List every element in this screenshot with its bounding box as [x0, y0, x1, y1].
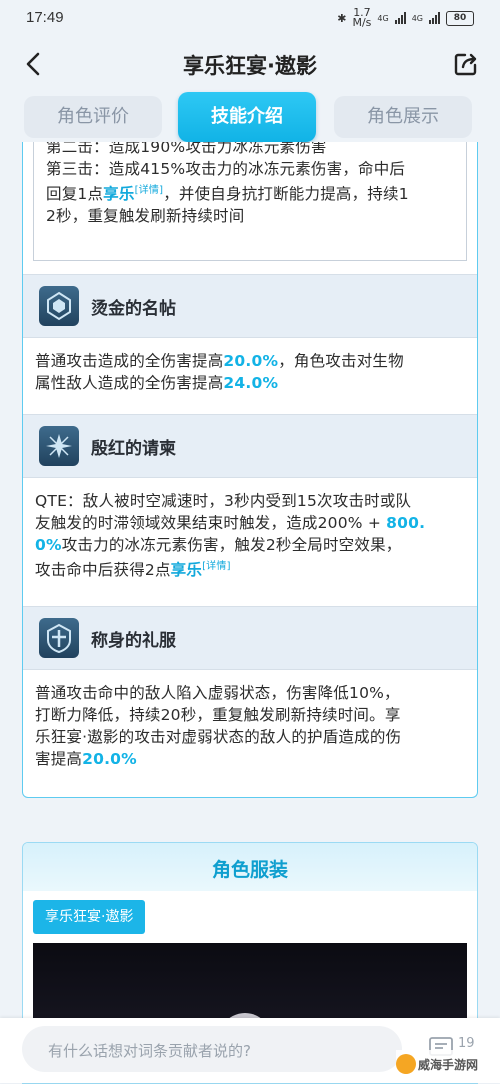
costume-option-button[interactable]: 享乐狂宴·遨影	[33, 900, 146, 934]
skill-header-crimson-invite: 殷红的请柬	[23, 414, 477, 478]
skill-header-fitted-dress: 称身的礼服	[23, 606, 477, 670]
tab-character-showcase[interactable]: 角色展示	[334, 96, 472, 138]
watermark: 威海手游网	[396, 1050, 500, 1080]
link-xiangle[interactable]: 享乐	[103, 185, 134, 203]
page-title: 享乐狂宴·遨影	[183, 54, 317, 78]
tab-bar: 角色评价 技能介绍 角色展示	[24, 92, 476, 149]
signal-label-2: 4G	[411, 13, 423, 23]
detail-link[interactable]: [详情]	[135, 185, 164, 196]
watermark-logo-icon	[396, 1054, 416, 1074]
gold-card-icon	[39, 286, 79, 326]
skill-description-text: 第二击：造成190%攻击力冰冻元素伤害 第三击：造成415%攻击力的冰冻元素伤害…	[46, 142, 409, 226]
detail-link[interactable]: [详情]	[202, 561, 231, 572]
skill-header-gold-card: 烫金的名帖	[23, 274, 477, 338]
link-xiangle[interactable]: 享乐	[171, 561, 202, 579]
tab-skills[interactable]: 技能介绍	[178, 92, 316, 149]
status-bar: 17:49 ✱ 1.7 M/s 4G 4G 80	[0, 0, 500, 36]
tab-character-review[interactable]: 角色评价	[24, 96, 162, 138]
signal-icon-2	[429, 12, 440, 24]
crimson-invite-icon	[39, 426, 79, 466]
skill-name: 称身的礼服	[91, 631, 176, 651]
comment-count: 19	[458, 1036, 475, 1051]
fitted-dress-icon	[39, 618, 79, 658]
comment-placeholder: 有什么话想对词条贡献者说的?	[48, 1042, 251, 1060]
skill-desc-fitted-dress: 普通攻击命中的敌人陷入虚弱状态，伤害降低10%， 打断力降低，持续20秒，重复触…	[35, 684, 402, 768]
bluetooth-icon: ✱	[337, 11, 347, 25]
status-icons: ✱ 1.7 M/s 4G 4G 80	[337, 6, 474, 29]
skill-desc-crimson-invite: QTE：敌人被时空减速时，3秒内受到15次攻击时或队 友触发的时滞领域效果结束时…	[35, 492, 426, 580]
battery-icon: 80	[446, 10, 474, 26]
skill-description-box: 第二击：造成190%攻击力冰冻元素伤害 第三击：造成415%攻击力的冰冻元素伤害…	[33, 142, 467, 261]
skills-panel: 第二击：造成190%攻击力冰冻元素伤害 第三击：造成415%攻击力的冰冻元素伤害…	[22, 142, 478, 798]
skill-desc-gold-card: 普通攻击造成的全伤害提高20.0%，角色攻击对生物 属性敌人造成的全伤害提高24…	[35, 352, 404, 392]
skill-name: 烫金的名帖	[91, 299, 176, 319]
share-icon[interactable]	[452, 50, 480, 78]
net-speed: 1.7 M/s	[352, 6, 372, 29]
skill-name: 殷红的请柬	[91, 439, 176, 459]
costume-header: 角色服装	[23, 843, 477, 891]
signal-icon	[394, 12, 406, 24]
signal-label-1: 4G	[377, 13, 389, 23]
app-header: 享乐狂宴·遨影	[0, 36, 500, 92]
comment-input[interactable]: 有什么话想对词条贡献者说的?	[22, 1026, 402, 1072]
costume-title: 角色服装	[211, 859, 288, 881]
status-time: 17:49	[26, 9, 64, 26]
watermark-text: 威海手游网	[418, 1058, 479, 1072]
